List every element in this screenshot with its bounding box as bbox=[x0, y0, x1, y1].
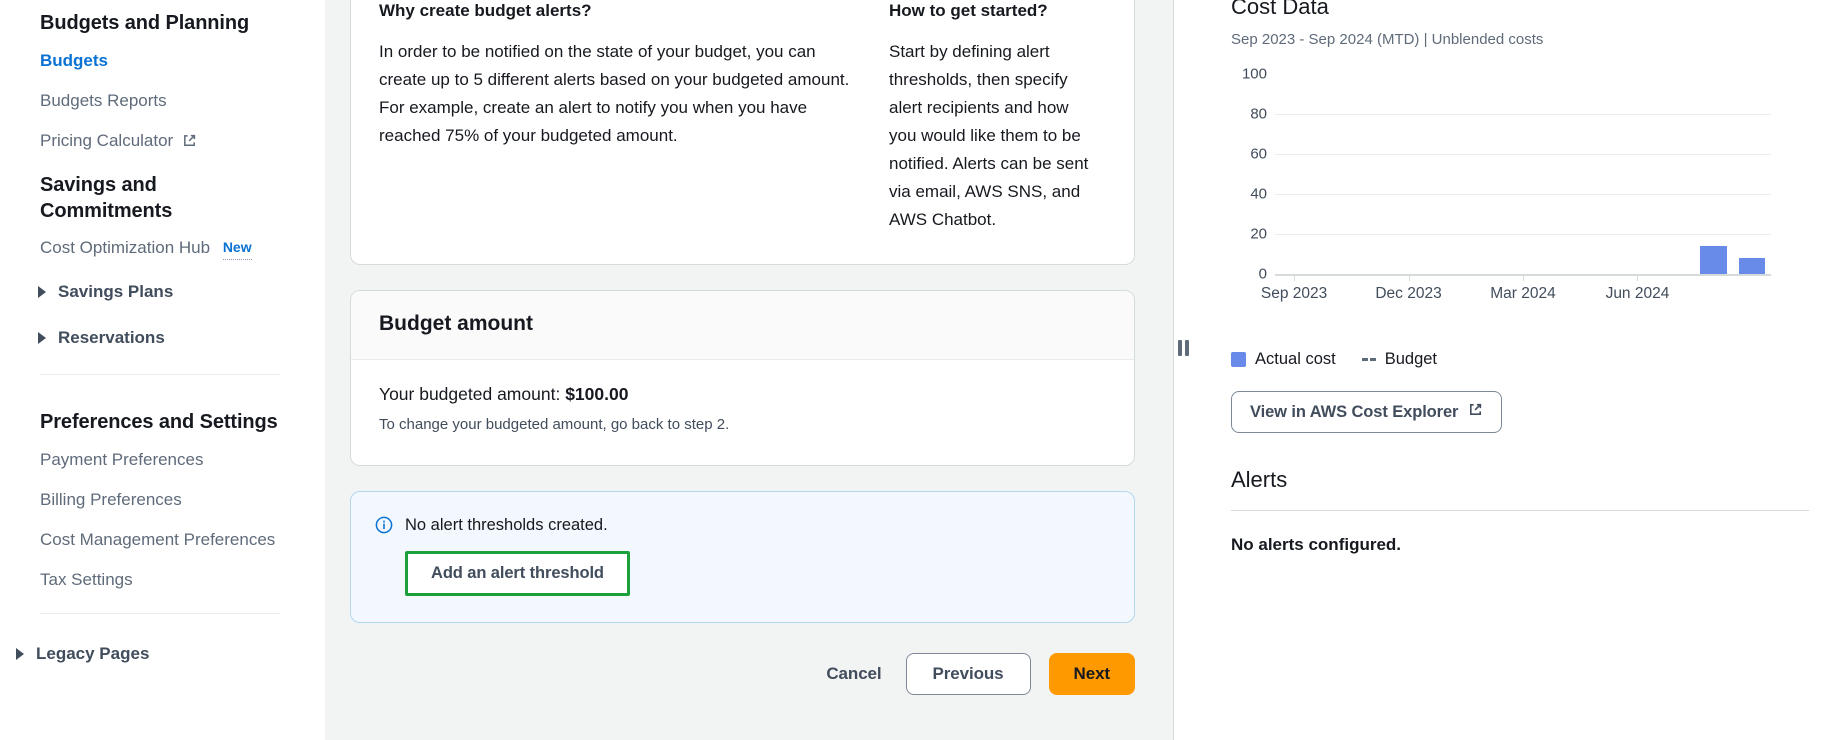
budget-amount-card: Budget amount Your budgeted amount: $100… bbox=[350, 290, 1135, 466]
info-body-how: Start by defining alert thresholds, then… bbox=[889, 42, 1089, 229]
legend-dashed-line-icon bbox=[1361, 358, 1376, 361]
sidebar-item-billing-preferences[interactable]: Billing Preferences bbox=[40, 489, 325, 511]
sidebar-item-budgets[interactable]: Budgets bbox=[40, 50, 325, 72]
chart-y-tick-label: 80 bbox=[1250, 105, 1267, 123]
sidebar-item-payment-preferences[interactable]: Payment Preferences bbox=[40, 449, 325, 471]
budgeted-amount-hint: To change your budgeted amount, go back … bbox=[379, 416, 730, 433]
chevron-right-icon bbox=[38, 332, 46, 344]
sidebar-item-cost-optimization-hub[interactable]: Cost Optimization Hub New bbox=[40, 236, 325, 260]
sidebar-divider bbox=[40, 613, 280, 614]
nav-group-title-savings: Savings and Commitments bbox=[40, 174, 173, 222]
budgeted-amount-line: Your budgeted amount: $100.00 bbox=[379, 382, 1106, 406]
chart-bar[interactable] bbox=[1700, 246, 1728, 274]
sidebar-item-label: Payment Preferences bbox=[40, 450, 204, 469]
alert-empty-message: No alert thresholds created. bbox=[405, 516, 608, 534]
page-section-title: Budget amount bbox=[379, 312, 533, 335]
legend-item-actual-cost[interactable]: Actual cost bbox=[1231, 350, 1336, 369]
sidebar-item-reservations[interactable]: Reservations bbox=[38, 328, 325, 348]
sidebar-item-legacy-pages[interactable]: Legacy Pages bbox=[16, 644, 325, 664]
chart-y-tick-label: 100 bbox=[1241, 65, 1267, 83]
card-body: Your budgeted amount: $100.00 To change … bbox=[351, 360, 1134, 465]
cancel-button[interactable]: Cancel bbox=[820, 654, 887, 694]
sidebar-item-label: Budgets bbox=[40, 51, 108, 70]
chart-x-tick-label: Sep 2023 bbox=[1260, 285, 1328, 302]
info-circle-icon bbox=[375, 516, 393, 539]
sidebar-item-label: Pricing Calculator bbox=[40, 131, 174, 150]
sidebar-item-cost-management-preferences[interactable]: Cost Management Preferences bbox=[40, 529, 325, 551]
sidebar-item-label: Legacy Pages bbox=[36, 644, 150, 663]
chart-x-tick-label: Mar 2024 bbox=[1490, 285, 1556, 302]
external-link-icon bbox=[182, 132, 197, 154]
sidebar-item-budgets-reports[interactable]: Budgets Reports bbox=[40, 90, 325, 112]
legend-label: Actual cost bbox=[1255, 350, 1336, 368]
chart-y-tick-label: 0 bbox=[1258, 265, 1267, 283]
status-badge-new: New bbox=[222, 236, 252, 260]
sidebar-item-label: Savings Plans bbox=[58, 282, 174, 301]
chart-gridline bbox=[1275, 114, 1771, 115]
alert-thresholds-empty-box: No alert thresholds created. Add an aler… bbox=[350, 491, 1135, 623]
next-button[interactable]: Next bbox=[1048, 653, 1135, 695]
sidebar-divider bbox=[40, 374, 280, 375]
add-alert-threshold-highlight: Add an alert threshold bbox=[405, 551, 630, 596]
main-content: Why create budget alerts? In order to be… bbox=[325, 0, 1173, 740]
legend-label: Budget bbox=[1384, 350, 1438, 368]
sidebar-item-label: Billing Preferences bbox=[40, 490, 182, 509]
previous-button[interactable]: Previous bbox=[905, 653, 1031, 695]
chart-bar[interactable] bbox=[1738, 258, 1766, 274]
info-heading-how: How to get started? bbox=[889, 1, 1048, 20]
card-header: Budget amount bbox=[351, 291, 1134, 360]
sidebar-item-tax-settings[interactable]: Tax Settings bbox=[40, 569, 325, 591]
budgeted-amount-label: Your budgeted amount: bbox=[379, 384, 561, 404]
chart-gridline bbox=[1275, 194, 1771, 195]
chart-x-tick-label: Jun 2024 bbox=[1605, 285, 1670, 302]
sidebar-item-label: Tax Settings bbox=[40, 570, 133, 589]
budget-alerts-info-card: Why create budget alerts? In order to be… bbox=[350, 0, 1135, 265]
info-heading-why: Why create budget alerts? bbox=[379, 1, 592, 20]
chart-gridline bbox=[1275, 234, 1771, 235]
drag-handle-icon[interactable] bbox=[1178, 340, 1189, 356]
alerts-empty-message: No alerts configured. bbox=[1231, 535, 1402, 554]
chart-x-tickmark bbox=[1523, 274, 1524, 281]
nav-group-title-preferences: Preferences and Settings bbox=[40, 411, 278, 433]
chart-y-tick-label: 40 bbox=[1250, 185, 1267, 203]
alerts-section-title: Alerts bbox=[1231, 467, 1288, 492]
sidebar-item-pricing-calculator[interactable]: Pricing Calculator bbox=[40, 130, 325, 154]
chart-y-tick-label: 20 bbox=[1250, 225, 1267, 243]
chart-x-tickmark bbox=[1294, 274, 1296, 281]
panel-title: Cost Data bbox=[1231, 0, 1329, 19]
info-column-how: How to get started? Start by defining al… bbox=[889, 0, 1099, 234]
chart-x-tickmark bbox=[1637, 274, 1639, 281]
page-root: Budgets and Planning Budgets Budgets Rep… bbox=[0, 0, 1845, 740]
section-divider bbox=[1231, 510, 1809, 511]
split-panel-divider bbox=[1173, 0, 1195, 740]
nav-group-title-budgets: Budgets and Planning bbox=[40, 12, 250, 34]
legend-item-budget[interactable]: Budget bbox=[1361, 350, 1438, 369]
info-body-why: In order to be notified on the state of … bbox=[379, 42, 850, 145]
info-column-why: Why create budget alerts? In order to be… bbox=[379, 0, 889, 234]
chevron-right-icon bbox=[16, 648, 24, 660]
view-in-cost-explorer-button[interactable]: View in AWS Cost Explorer bbox=[1231, 391, 1503, 433]
chart-gridline bbox=[1275, 154, 1771, 155]
chart-legend: Actual cost Budget bbox=[1231, 350, 1809, 369]
chart-x-tickmark bbox=[1408, 274, 1410, 281]
sidebar-item-savings-plans[interactable]: Savings Plans bbox=[38, 282, 325, 302]
chevron-right-icon bbox=[38, 286, 46, 298]
add-alert-threshold-button[interactable]: Add an alert threshold bbox=[408, 554, 627, 593]
budgeted-amount-value: $100.00 bbox=[565, 384, 629, 404]
chart-y-tick-label: 60 bbox=[1250, 145, 1267, 163]
chart-x-tick-label: Dec 2023 bbox=[1375, 285, 1442, 302]
sidebar-item-label: Budgets Reports bbox=[40, 91, 167, 110]
cost-data-panel: Cost Data Sep 2023 - Sep 2024 (MTD) | Un… bbox=[1195, 0, 1845, 740]
sidebar-item-label: Reservations bbox=[58, 328, 165, 347]
button-label: View in AWS Cost Explorer bbox=[1250, 402, 1459, 421]
sidebar-item-label: Cost Management Preferences bbox=[40, 530, 276, 549]
sidebar-item-label: Cost Optimization Hub bbox=[40, 238, 211, 257]
legend-swatch-icon bbox=[1231, 352, 1246, 367]
wizard-footer-actions: Cancel Previous Next bbox=[350, 653, 1135, 695]
cost-data-chart: 0 20 40 60 80 100 Sep 2023 Dec 2023 Mar 2024 Jun … bbox=[1231, 66, 1771, 304]
external-link-icon bbox=[1468, 402, 1483, 422]
panel-subtitle: Sep 2023 - Sep 2024 (MTD) | Unblended co… bbox=[1231, 31, 1544, 48]
left-navigation: Budgets and Planning Budgets Budgets Rep… bbox=[0, 0, 325, 740]
